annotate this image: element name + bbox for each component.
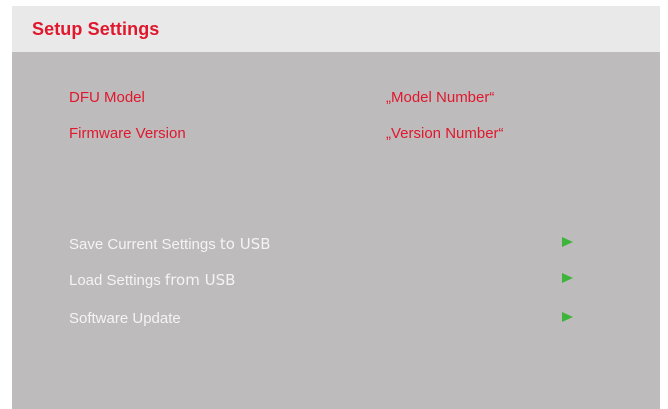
- info-row-firmware-version: Firmware Version „Version Number“: [12, 125, 660, 149]
- play-arrow-icon: [562, 237, 573, 247]
- play-arrow-icon: [562, 312, 573, 322]
- info-row-dfu-model: DFU Model „Model Number“: [12, 89, 660, 113]
- save-settings-label: Save Current Settings: [69, 236, 216, 253]
- title-bar: Setup Settings: [12, 6, 660, 52]
- menu-item-software-update[interactable]: Software Update: [69, 310, 589, 336]
- menu-item-label: Save Current Settings to USB: [69, 235, 271, 253]
- setup-settings-panel: Setup Settings DFU Model „Model Number“ …: [12, 6, 660, 409]
- menu-item-label: Software Update: [69, 310, 181, 327]
- software-update-label: Software Update: [69, 310, 181, 327]
- menu-item-save-current-settings[interactable]: Save Current Settings to USB: [69, 235, 589, 261]
- play-arrow-icon: [562, 273, 573, 283]
- page-title: Setup Settings: [32, 19, 160, 39]
- dfu-model-label: DFU Model: [69, 89, 145, 106]
- load-settings-suffix: from USB: [164, 271, 236, 289]
- menu-item-label: Load Settings from USB: [69, 271, 235, 289]
- dfu-model-value: „Model Number“: [386, 89, 495, 106]
- save-settings-suffix: to USB: [219, 235, 271, 253]
- firmware-version-label: Firmware Version: [69, 125, 186, 142]
- load-settings-label: Load Settings: [69, 272, 161, 289]
- menu-item-load-settings[interactable]: Load Settings from USB: [69, 271, 589, 297]
- firmware-version-value: „Version Number“: [386, 125, 504, 142]
